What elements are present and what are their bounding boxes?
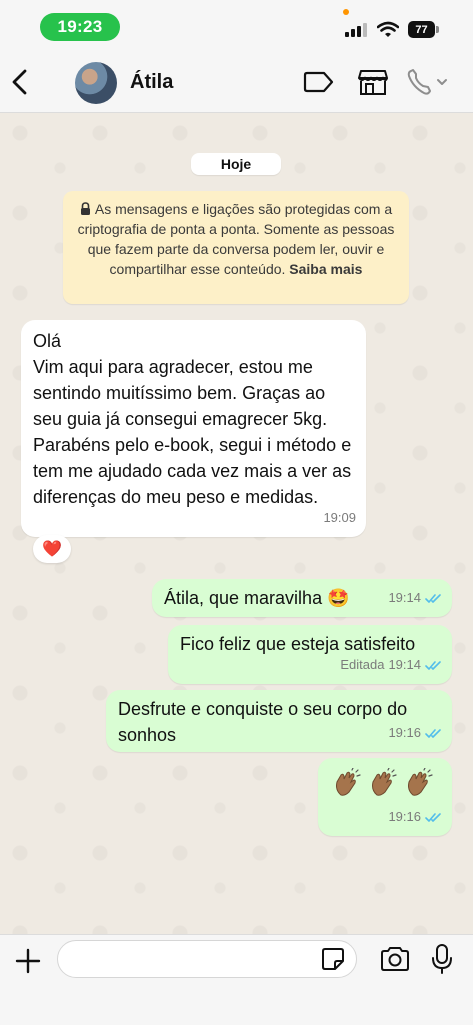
read-ticks-icon [425,728,441,738]
wifi-icon [377,21,399,37]
plus-icon[interactable] [14,947,42,975]
clapping-hands-icon [408,768,433,796]
message-time: 19:14 [388,657,421,672]
read-ticks-icon [425,812,441,822]
store-icon[interactable] [357,67,389,97]
message-meta: 19:16 [388,720,442,746]
clapping-hands-icon [372,768,397,796]
message-time: 19:16 [388,809,421,824]
privacy-indicator-dot [343,9,349,15]
read-ticks-icon [425,593,441,603]
encryption-notice[interactable]: As mensagens e ligações são protegidas c… [63,191,409,304]
learn-more-link[interactable]: Saiba mais [289,261,362,277]
message-text: Fico feliz que esteja satisfeito [180,634,416,654]
message-text: Desfrute e conquiste o seu corpo do sonh… [118,699,408,745]
signal-icon [345,23,369,37]
message-text: Átila, que maravilha 🤩 [164,588,350,608]
message-meta: 19:16 [388,804,442,830]
lock-icon [80,202,90,215]
date-separator: Hoje [191,153,281,175]
status-bar: 19:23 77 [0,0,473,52]
message-text: Olá Vim aqui para agradecer, estou me se… [33,331,352,507]
battery-tip [436,26,439,33]
message-meta: 19:09 [323,505,356,531]
outgoing-message[interactable]: Átila, que maravilha 🤩 19:14 [152,579,452,617]
heart-reaction[interactable]: ❤️ [33,535,71,563]
edited-label: Editada [340,657,385,672]
outgoing-message[interactable]: Desfrute e conquiste o seu corpo do sonh… [106,690,452,752]
read-ticks-icon [425,660,441,670]
message-meta: Editada 19:14 [340,652,442,678]
chat-area[interactable]: Hoje As mensagens e ligações são protegi… [0,113,473,934]
message-meta: 19:14 [388,585,442,611]
battery-icon: 77 [408,21,435,38]
mic-icon[interactable] [430,943,454,975]
status-time: 19:23 [40,13,120,41]
outgoing-message[interactable]: Fico feliz que esteja satisfeito Editada… [168,625,452,684]
message-time: 19:14 [388,590,421,605]
contact-name[interactable]: Átila [130,71,173,94]
chevron-down-icon [437,79,447,85]
back-icon[interactable] [8,66,32,98]
call-icon[interactable] [405,66,451,98]
message-input[interactable] [57,940,357,978]
composer-bar [0,934,473,1025]
message-time: 19:16 [388,725,421,740]
chat-header: Átila [0,52,473,113]
label-icon[interactable] [303,69,335,95]
camera-icon[interactable] [379,945,411,973]
outgoing-message[interactable]: 19:16 [318,758,452,836]
avatar[interactable] [75,62,117,104]
sticker-icon[interactable] [321,947,345,971]
message-time: 19:09 [323,510,356,525]
clapping-hands-icon [336,768,361,796]
incoming-message[interactable]: Olá Vim aqui para agradecer, estou me se… [21,320,366,537]
